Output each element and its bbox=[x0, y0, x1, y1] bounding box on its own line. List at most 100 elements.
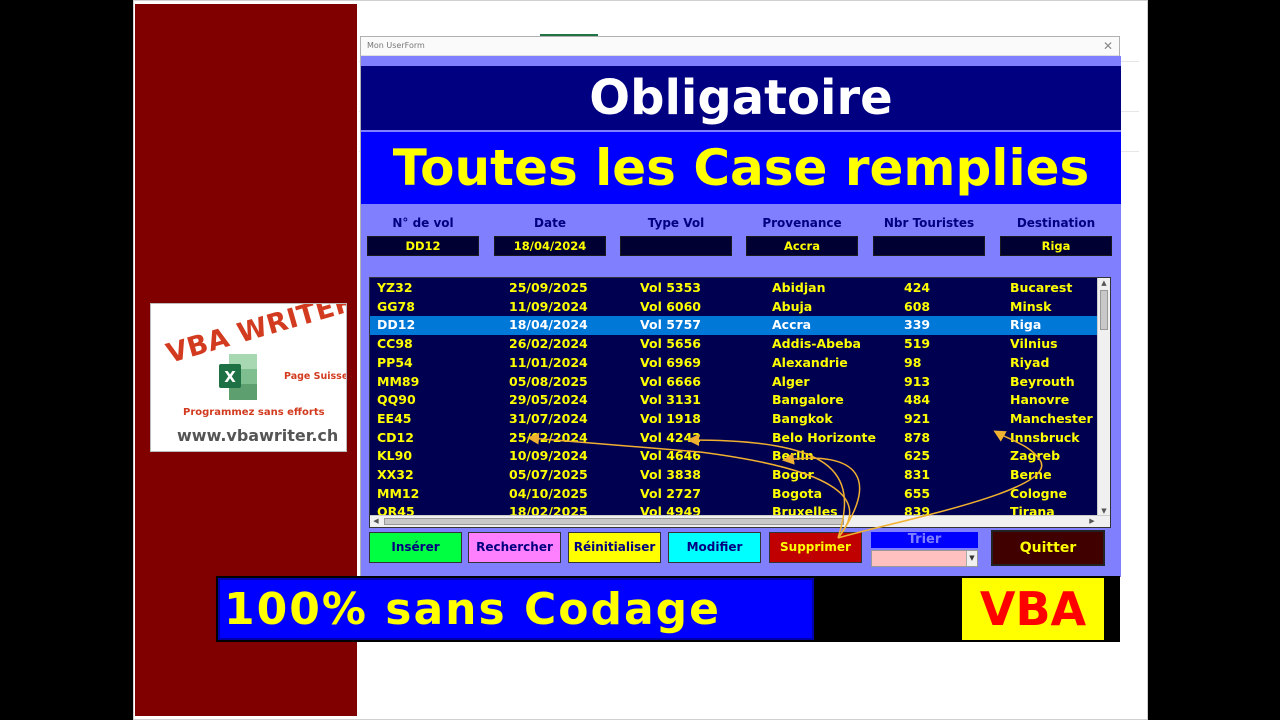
origin-input[interactable] bbox=[746, 236, 858, 256]
cell-flight-number: DD12 bbox=[377, 317, 416, 333]
logo-slogan: Programmez sans efforts bbox=[183, 407, 325, 418]
cell-flight-number: XX32 bbox=[377, 467, 414, 482]
flight-type-input[interactable] bbox=[620, 236, 732, 256]
table-row[interactable]: CC98 26/02/2024 Vol 5656 Addis-Abeba 519 Viln… bbox=[370, 335, 1098, 354]
cell-flight-type: Vol 6969 bbox=[640, 354, 702, 370]
table-row[interactable]: MM12 04/10/2025 Vol 2727 Bogota 655 Cologne bbox=[370, 485, 1098, 504]
cell-date: 04/10/2025 bbox=[509, 485, 588, 501]
userform-titlebar[interactable]: Mon UserForm ✕ bbox=[361, 37, 1119, 56]
cell-flight-type: Vol 4646 bbox=[640, 448, 702, 464]
cell-date: 18/04/2024 bbox=[509, 317, 588, 333]
cell-origin: Alger bbox=[772, 373, 810, 389]
date-label: Date bbox=[534, 216, 566, 230]
cell-destination: Cologne bbox=[1010, 485, 1067, 501]
cell-tourists: 921 bbox=[904, 410, 931, 426]
flight-type-label: Type Vol bbox=[647, 216, 705, 230]
table-row[interactable]: QQ90 29/05/2024 Vol 3131 Bangalore 484 Hanovr… bbox=[370, 391, 1098, 410]
table-row-selected[interactable]: DD12 18/04/2024 Vol 5757 Accra 339 Riga bbox=[370, 316, 1098, 336]
cell-flight-number: QQ90 bbox=[377, 392, 416, 408]
table-row[interactable]: CD12 25/02/2024 Vol 4242 Belo Horizonte 878 I… bbox=[370, 429, 1098, 448]
cell-destination: Riyad bbox=[1010, 354, 1050, 370]
vertical-scroll-thumb[interactable] bbox=[1100, 290, 1108, 330]
cell-origin: Abidjan bbox=[772, 280, 826, 295]
userform-title: Mon UserForm bbox=[367, 41, 425, 50]
userform-body: Obligatoire Toutes les Case remplies N° … bbox=[361, 56, 1121, 577]
cell-flight-type: Vol 6060 bbox=[640, 298, 702, 314]
cell-destination: Riga bbox=[1010, 317, 1042, 333]
cell-tourists: 655 bbox=[904, 485, 931, 501]
bottom-banner-no-code: 100% sans Codage bbox=[218, 578, 814, 640]
close-icon[interactable]: ✕ bbox=[1103, 39, 1113, 53]
cell-tourists: 424 bbox=[904, 280, 931, 295]
cell-flight-type: Vol 3131 bbox=[640, 392, 702, 408]
cell-origin: Abuja bbox=[772, 298, 813, 314]
table-row[interactable]: GG78 11/09/2024 Vol 6060 Abuja 608 Minsk bbox=[370, 298, 1098, 317]
tourist-count-input[interactable] bbox=[873, 236, 985, 256]
cell-destination: Zagreb bbox=[1010, 448, 1061, 464]
chevron-down-icon[interactable]: ▼ bbox=[966, 551, 977, 566]
modify-button[interactable]: Modifier bbox=[668, 532, 761, 563]
cell-date: 05/07/2025 bbox=[509, 467, 588, 482]
scroll-left-icon[interactable]: ◀ bbox=[370, 516, 382, 527]
cell-origin: Alexandrie bbox=[772, 354, 848, 370]
table-row[interactable]: MM89 05/08/2025 Vol 6666 Alger 913 Beyrouth bbox=[370, 373, 1098, 392]
flight-number-label: N° de vol bbox=[392, 216, 454, 230]
cell-origin: Bogota bbox=[772, 485, 823, 501]
cell-flight-type: Vol 3838 bbox=[640, 467, 702, 482]
cell-tourists: 339 bbox=[904, 317, 931, 333]
flight-number-input[interactable] bbox=[367, 236, 479, 256]
sort-label: Trier bbox=[871, 532, 978, 548]
table-row[interactable]: EE45 31/07/2024 Vol 1918 Bangkok 921 Manchest… bbox=[370, 410, 1098, 429]
cell-flight-type: Vol 2727 bbox=[640, 485, 702, 501]
cell-tourists: 625 bbox=[904, 448, 931, 464]
horizontal-scroll-thumb[interactable] bbox=[384, 518, 844, 525]
cell-destination: Beyrouth bbox=[1010, 373, 1075, 389]
reset-button[interactable]: Réinitialiser bbox=[568, 532, 661, 563]
tourist-count-label: Nbr Touristes bbox=[883, 216, 975, 230]
cell-origin: Bogor bbox=[772, 467, 814, 482]
cell-flight-number: PP54 bbox=[377, 354, 413, 370]
table-row[interactable]: XX32 05/07/2025 Vol 3838 Bogor 831 Berne bbox=[370, 466, 1098, 485]
table-row[interactable]: YZ32 25/09/2025 Vol 5353 Abidjan 424 Bucarest bbox=[370, 279, 1098, 298]
cell-origin: Belo Horizonte bbox=[772, 429, 876, 445]
cell-destination: Berne bbox=[1010, 467, 1052, 482]
vertical-scrollbar[interactable]: ▲ ▼ bbox=[1097, 278, 1110, 517]
insert-button[interactable]: Insérer bbox=[369, 532, 462, 563]
banner-mandatory: Obligatoire bbox=[361, 66, 1121, 130]
cell-tourists: 608 bbox=[904, 298, 931, 314]
cell-destination: Hanovre bbox=[1010, 392, 1070, 408]
cell-flight-number: EE45 bbox=[377, 410, 412, 426]
cell-flight-type: Vol 6666 bbox=[640, 373, 702, 389]
scroll-right-icon[interactable]: ▶ bbox=[1086, 516, 1098, 527]
destination-input[interactable] bbox=[1000, 236, 1112, 256]
table-row[interactable]: KL90 10/09/2024 Vol 4646 Berlin 625 Zagreb bbox=[370, 447, 1098, 466]
cell-origin: Berlin bbox=[772, 448, 814, 464]
logo-subtitle: Page Suisse bbox=[284, 371, 347, 382]
sort-dropdown[interactable]: ▼ bbox=[871, 550, 978, 567]
scroll-up-icon[interactable]: ▲ bbox=[1098, 278, 1110, 289]
banner-all-fields: Toutes les Case remplies bbox=[361, 132, 1121, 204]
cell-destination: Minsk bbox=[1010, 298, 1052, 314]
table-row[interactable]: PP54 11/01/2024 Vol 6969 Alexandrie 98 Riyad bbox=[370, 354, 1098, 373]
quit-button[interactable]: Quitter bbox=[991, 530, 1105, 566]
cell-date: 05/08/2025 bbox=[509, 373, 588, 389]
cell-flight-number: MM12 bbox=[377, 485, 420, 501]
date-input[interactable] bbox=[494, 236, 606, 256]
cell-tourists: 519 bbox=[904, 336, 931, 352]
cell-flight-number: CC98 bbox=[377, 336, 413, 352]
cell-date: 11/09/2024 bbox=[509, 298, 588, 314]
flights-listbox[interactable]: YZ32 25/09/2025 Vol 5353 Abidjan 424 Bucarest… bbox=[369, 277, 1111, 528]
cell-flight-number: YZ32 bbox=[377, 280, 413, 295]
cell-tourists: 913 bbox=[904, 373, 931, 389]
cell-date: 25/09/2025 bbox=[509, 280, 588, 295]
excel-icon: X bbox=[219, 354, 257, 400]
horizontal-scrollbar[interactable]: ◀ ▶ bbox=[370, 515, 1110, 527]
cell-flight-type: Vol 1918 bbox=[640, 410, 702, 426]
cell-origin: Addis-Abeba bbox=[772, 336, 861, 352]
search-button[interactable]: Rechercher bbox=[468, 532, 561, 563]
delete-button[interactable]: Supprimer bbox=[769, 532, 862, 563]
cell-destination: Innsbruck bbox=[1010, 429, 1080, 445]
cell-date: 31/07/2024 bbox=[509, 410, 588, 426]
cell-date: 29/05/2024 bbox=[509, 392, 588, 408]
cell-flight-type: Vol 5353 bbox=[640, 280, 702, 295]
